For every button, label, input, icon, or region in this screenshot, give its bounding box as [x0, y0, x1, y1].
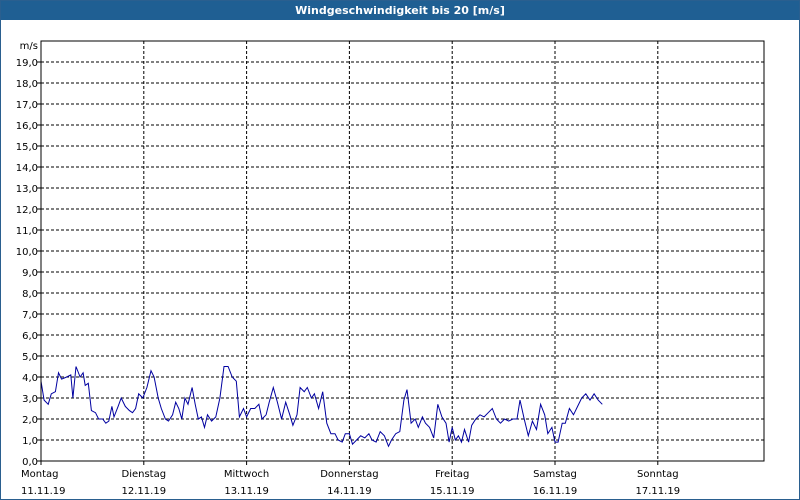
- x-tick-date-label: 17.11.19: [636, 486, 681, 497]
- y-tick-label: 17,0: [16, 100, 38, 111]
- x-tick-day-label: Samstag: [533, 469, 577, 480]
- y-tick-label: 10,0: [16, 247, 38, 258]
- y-tick-label: 18,0: [16, 79, 38, 90]
- y-tick-label: 2,0: [22, 415, 38, 426]
- wind-speed-series-line: [40, 366, 603, 448]
- y-tick-label: 5,0: [22, 352, 38, 363]
- x-tick-day-label: Donnerstag: [320, 469, 378, 480]
- grid: [41, 41, 764, 461]
- y-tick-label: 14,0: [16, 163, 38, 174]
- x-tick-date-label: 11.11.19: [21, 486, 66, 497]
- x-tick-day-label: Montag: [21, 469, 58, 480]
- x-tick-day-label: Dienstag: [122, 469, 167, 480]
- x-tick-date-label: 13.11.19: [224, 486, 269, 497]
- y-tick-label: 13,0: [16, 184, 38, 195]
- y-tick-label: 7,0: [22, 310, 38, 321]
- y-tick-label: 9,0: [22, 268, 38, 279]
- y-tick-label: 12,0: [16, 205, 38, 216]
- x-tick-day-label: Freitag: [435, 469, 469, 480]
- y-tick-label: 4,0: [22, 373, 38, 384]
- y-tick-label: 3,0: [22, 394, 38, 405]
- y-tick-label: 6,0: [22, 331, 38, 342]
- y-tick-label: 1,0: [22, 436, 38, 447]
- wind-speed-chart: 0,0 1,0 2,0 3,0 4,0 5,0 6,0 7,0 8,0 9,0 10,0 11,0 12…: [16, 40, 765, 497]
- y-tick-label: 8,0: [22, 289, 38, 300]
- series-layer: [40, 366, 603, 448]
- x-tick-date-label: 16.11.19: [533, 486, 578, 497]
- x-tick-date-label: 12.11.19: [122, 486, 167, 497]
- y-axis: 0,0 1,0 2,0 3,0 4,0 5,0 6,0 7,0 8,0 9,0 10,0 11,0 12…: [16, 41, 41, 468]
- x-axis: Montag 11.11.19 Dienstag 12.11.19 Mittwoch 13…: [21, 461, 680, 497]
- y-tick-label: 11,0: [16, 226, 38, 237]
- y-tick-label: 19,0: [16, 58, 38, 69]
- x-tick-date-label: 14.11.19: [327, 486, 372, 497]
- x-tick-date-label: 15.11.19: [430, 486, 475, 497]
- chart-window: Windgeschwindigkeit bis 20 [m/s] 0,0 1,0 2…: [0, 0, 800, 500]
- x-tick-day-label: Mittwoch: [224, 469, 269, 480]
- y-axis-label: m/s: [20, 41, 38, 52]
- y-tick-label: 0,0: [22, 457, 38, 468]
- y-tick-label: 16,0: [16, 121, 38, 132]
- y-tick-label: 15,0: [16, 142, 38, 153]
- x-tick-day-label: Sonntag: [637, 469, 679, 480]
